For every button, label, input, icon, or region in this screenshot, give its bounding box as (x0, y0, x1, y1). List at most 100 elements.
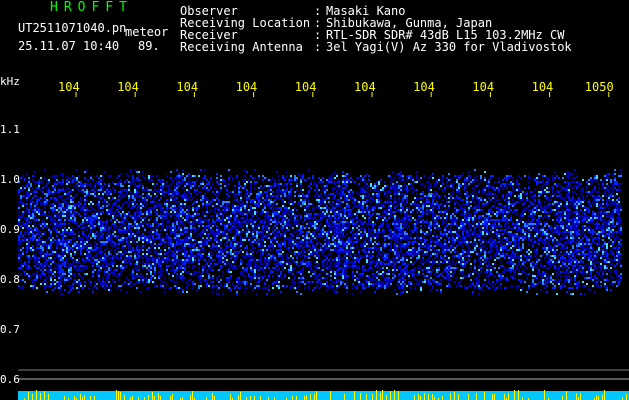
noise-pixel (280, 275, 282, 277)
noise-pixel (196, 247, 198, 249)
noise-pixel (20, 259, 22, 261)
noise-pixel (354, 217, 356, 219)
noise-pixel (58, 241, 60, 243)
noise-pixel (44, 265, 46, 267)
noise-pixel (294, 221, 296, 223)
noise-pixel (88, 221, 90, 223)
noise-pixel (84, 191, 86, 193)
noise-pixel (256, 197, 258, 199)
noise-pixel (340, 195, 342, 197)
noise-pixel (238, 187, 240, 189)
noise-pixel (296, 177, 298, 179)
noise-pixel (192, 175, 194, 177)
noise-pixel (36, 217, 38, 219)
noise-pixel (122, 195, 124, 197)
noise-pixel (248, 211, 250, 213)
noise-pixel (72, 237, 74, 239)
noise-pixel (300, 227, 302, 229)
noise-pixel (304, 251, 306, 253)
noise-pixel (270, 255, 272, 257)
noise-pixel (114, 211, 116, 213)
noise-pixel (282, 185, 284, 187)
noise-pixel (266, 257, 268, 259)
noise-pixel (362, 265, 364, 267)
noise-pixel (196, 205, 198, 207)
noise-pixel (62, 179, 64, 181)
noise-pixel (330, 225, 332, 227)
noise-pixel (312, 237, 314, 239)
noise-pixel (276, 183, 278, 185)
noise-pixel (326, 195, 328, 197)
noise-pixel (30, 275, 32, 277)
noise-pixel (338, 279, 340, 281)
noise-pixel (230, 257, 232, 259)
noise-pixel (112, 259, 114, 261)
noise-pixel (344, 211, 346, 213)
noise-pixel (228, 245, 230, 247)
noise-pixel (348, 207, 350, 209)
noise-pixel (190, 261, 192, 263)
noise-pixel (258, 265, 260, 267)
noise-pixel (132, 231, 134, 233)
noise-pixel (54, 279, 56, 281)
noise-pixel (324, 187, 326, 189)
noise-pixel (332, 287, 334, 289)
noise-pixel (76, 169, 78, 171)
noise-pixel (144, 217, 146, 219)
noise-pixel (98, 189, 100, 191)
noise-pixel (354, 237, 356, 239)
noise-pixel (332, 281, 334, 283)
noise-pixel (154, 193, 156, 195)
noise-pixel (172, 259, 174, 261)
noise-pixel (230, 217, 232, 219)
noise-pixel (56, 191, 58, 193)
noise-pixel (232, 205, 234, 207)
noise-pixel (250, 269, 252, 271)
noise-pixel (330, 203, 332, 205)
noise-pixel (276, 211, 278, 213)
noise-pixel (202, 195, 204, 197)
noise-pixel (36, 247, 38, 249)
noise-pixel (64, 219, 66, 221)
noise-pixel (314, 245, 316, 247)
noise-pixel (280, 195, 282, 197)
noise-pixel (250, 265, 252, 267)
noise-pixel (140, 207, 142, 209)
noise-pixel (46, 263, 48, 265)
noise-pixel (202, 201, 204, 203)
noise-pixel (18, 201, 20, 203)
noise-pixel (32, 233, 34, 235)
noise-pixel (228, 269, 230, 271)
noise-pixel (92, 271, 94, 273)
noise-pixel (230, 229, 232, 231)
noise-pixel (312, 273, 314, 275)
noise-pixel (318, 225, 320, 227)
noise-pixel (60, 283, 62, 285)
noise-pixel (356, 191, 358, 193)
noise-pixel (346, 209, 348, 211)
noise-pixel (366, 191, 368, 193)
noise-pixel (76, 227, 78, 229)
noise-pixel (98, 261, 100, 263)
noise-pixel (352, 293, 354, 295)
noise-pixel (226, 247, 228, 249)
noise-pixel (80, 183, 82, 185)
noise-pixel (38, 199, 40, 201)
noise-pixel (176, 221, 178, 223)
noise-pixel (24, 225, 26, 227)
noise-pixel (166, 203, 168, 205)
noise-pixel (52, 289, 54, 291)
noise-pixel (252, 251, 254, 253)
noise-pixel (364, 287, 366, 289)
noise-pixel (64, 281, 66, 283)
noise-pixel (226, 183, 228, 185)
noise-pixel (144, 253, 146, 255)
noise-pixel (120, 267, 122, 269)
noise-pixel (36, 191, 38, 193)
noise-pixel (342, 213, 344, 215)
noise-pixel (154, 239, 156, 241)
noise-pixel (346, 287, 348, 289)
noise-pixel (270, 179, 272, 181)
noise-pixel (26, 245, 28, 247)
noise-pixel (188, 217, 190, 219)
